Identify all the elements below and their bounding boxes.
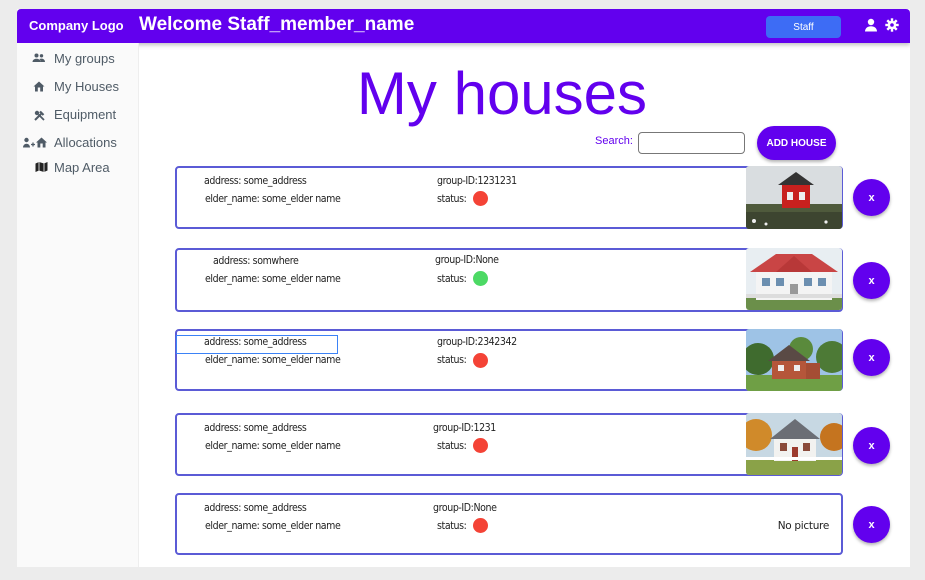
delete-house-button[interactable]: x (853, 179, 890, 216)
status-indicator (473, 271, 488, 286)
house-card[interactable]: address: some_address group-ID:2342342 e… (175, 329, 843, 391)
app-window: Company Logo Welcome Staff_member_name S… (17, 9, 910, 567)
house-address: address: somwhere (213, 255, 299, 267)
house-status-label: status: (437, 354, 467, 366)
sidebar-item-label: Allocations (54, 134, 117, 150)
delete-house-button[interactable]: x (853, 427, 890, 464)
gear-icon[interactable] (885, 18, 899, 32)
house-card[interactable]: address: some_address group-ID:None elde… (175, 493, 843, 555)
company-logo[interactable]: Company Logo (29, 18, 124, 33)
house-picture (746, 166, 842, 229)
house-status-label: status: (437, 193, 467, 205)
house-group-id: group-ID:2342342 (437, 336, 517, 348)
no-picture-text: No picture (777, 520, 830, 532)
house-address: address: some_address (204, 422, 307, 434)
status-indicator (473, 191, 488, 206)
staff-role-button[interactable]: Staff (766, 16, 841, 38)
tools-icon (31, 108, 47, 122)
status-indicator (473, 438, 488, 453)
house-card[interactable]: address: some_address group-ID:1231 elde… (175, 413, 843, 476)
page-title: My houses (356, 60, 648, 127)
house-elder-name: elder_name: some_elder name (205, 354, 341, 366)
sidebar: My groups My Houses Equipment Allocation… (17, 43, 139, 567)
delete-house-button[interactable]: x (853, 506, 890, 543)
house-address: address: some_address (204, 502, 307, 514)
delete-house-button[interactable]: x (853, 262, 890, 299)
house-picture (746, 329, 842, 391)
delete-house-button[interactable]: x (853, 339, 890, 376)
house-picture (746, 248, 842, 310)
search-label: Search: (595, 135, 633, 147)
house-picture (746, 413, 842, 475)
top-bar: Company Logo Welcome Staff_member_name S… (17, 9, 910, 43)
house-card[interactable]: address: some_address group-ID:1231231 e… (175, 166, 843, 229)
sidebar-item-my-houses[interactable]: My Houses (17, 76, 138, 96)
sidebar-item-my-groups[interactable]: My groups (17, 48, 138, 68)
house-address: address: some_address (204, 175, 307, 187)
house-card[interactable]: address: somwhere group-ID:None elder_na… (175, 248, 843, 312)
sidebar-item-map-area[interactable]: Map Area (17, 157, 138, 177)
house-status-label: status: (437, 440, 467, 452)
house-elder-name: elder_name: some_elder name (205, 520, 341, 532)
group-icon (31, 51, 47, 65)
search-input[interactable] (638, 132, 745, 154)
status-indicator (473, 353, 488, 368)
sidebar-item-label: Map Area (54, 159, 110, 175)
status-indicator (473, 518, 488, 533)
sidebar-item-allocations[interactable]: Allocations (17, 132, 138, 152)
house-address: address: some_address (204, 336, 307, 348)
people-house-icon (23, 135, 47, 149)
house-status-label: status: (437, 273, 467, 285)
sidebar-item-label: My groups (54, 50, 115, 66)
sidebar-item-label: Equipment (54, 106, 117, 122)
house-group-id: group-ID:1231231 (437, 175, 517, 187)
add-house-button[interactable]: ADD HOUSE (757, 126, 836, 160)
person-icon[interactable] (864, 18, 878, 32)
house-elder-name: elder_name: some_elder name (205, 193, 341, 205)
welcome-title: Welcome Staff_member_name (139, 14, 415, 35)
house-icon (31, 79, 47, 93)
map-icon (33, 160, 49, 174)
house-group-id: group-ID:None (435, 254, 499, 266)
house-elder-name: elder_name: some_elder name (205, 440, 341, 452)
sidebar-item-equipment[interactable]: Equipment (17, 104, 138, 124)
house-group-id: group-ID:None (433, 502, 497, 514)
house-group-id: group-ID:1231 (433, 422, 496, 434)
sidebar-item-label: My Houses (54, 78, 120, 94)
house-status-label: status: (437, 520, 467, 532)
house-elder-name: elder_name: some_elder name (205, 273, 341, 285)
